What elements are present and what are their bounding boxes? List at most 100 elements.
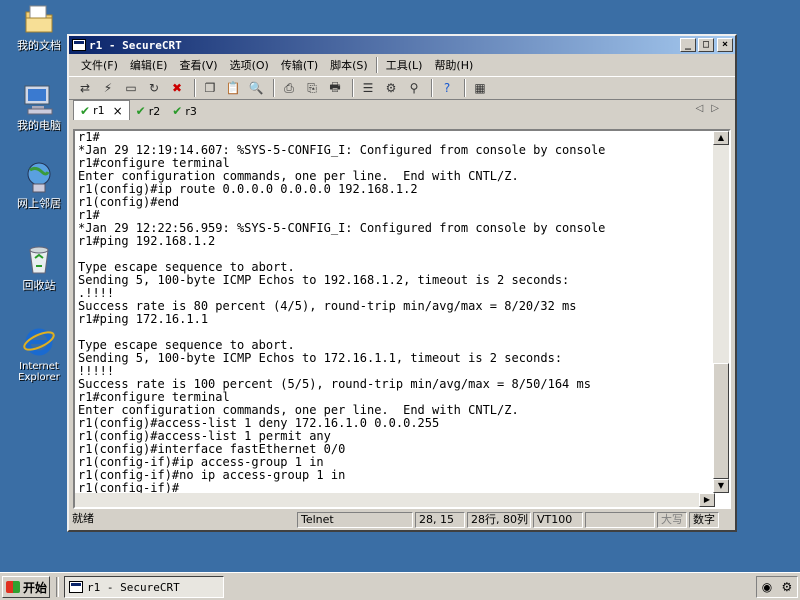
terminal-line: Sending 5, 100-byte ICMP Echos to 192.16…: [78, 273, 570, 287]
tab-label: r3: [185, 104, 197, 118]
status-protocol: Telnet: [297, 512, 413, 528]
scroll-down-icon[interactable]: ▼: [713, 479, 729, 493]
status-empty: [585, 512, 655, 528]
keypad-icon[interactable]: ▦: [470, 79, 490, 97]
terminal-line: r1(config-if)#: [78, 481, 180, 494]
terminal-line: r1(config)#end: [78, 195, 180, 209]
horizontal-scrollbar[interactable]: ▶: [75, 493, 715, 507]
connected-check-icon: ✔: [172, 104, 183, 118]
status-cursor-position: 28, 15: [415, 512, 465, 528]
terminal-output[interactable]: r1# *Jan 29 12:19:14.607: %SYS-5-CONFIG_I…: [78, 131, 714, 493]
menu-bar: 文件(F) 编辑(E) 查看(V) 选项(O) 传输(T) 脚本(S) 工具(L…: [69, 54, 735, 76]
copy-icon[interactable]: ❐: [200, 79, 220, 97]
tray-volume-icon[interactable]: ◉: [762, 580, 772, 594]
terminal-pane[interactable]: r1# *Jan 29 12:19:14.607: %SYS-5-CONFIG_I…: [73, 129, 731, 509]
menu-file[interactable]: 文件(F): [75, 57, 124, 73]
computer-icon: [22, 82, 56, 116]
tab-label: r1: [93, 104, 105, 117]
tab-label: r2: [148, 104, 161, 118]
desktop-icon-label: 网上邻居: [17, 197, 61, 210]
minimize-button[interactable]: _: [680, 38, 696, 52]
status-num-lock: 数字: [689, 512, 719, 528]
maximize-button[interactable]: □: [698, 38, 714, 52]
scroll-right-icon[interactable]: ▶: [699, 493, 715, 507]
desktop-icon-my-computer[interactable]: 我的电脑: [8, 82, 70, 132]
terminal-line: r1#ping 172.16.1.1: [78, 312, 209, 326]
scrollbar-thumb[interactable]: [713, 363, 729, 479]
toolbar-separator: [352, 79, 354, 97]
menu-edit[interactable]: 编辑(E): [124, 57, 174, 73]
taskbar: 开始 r1 - SecureCRT ◉ ⚙: [0, 572, 800, 600]
printer-icon[interactable]: 🖶: [325, 79, 345, 97]
securecrt-window: r1 - SecureCRT _ □ × 文件(F) 编辑(E) 查看(V) 选…: [67, 34, 737, 532]
session-tab-bar: ✔ r1 × ✔ r2 ✔ r3 ◁▷: [69, 100, 735, 120]
print-selection-icon[interactable]: ⎘: [302, 79, 322, 97]
toolbar-separator: [431, 79, 433, 97]
close-button[interactable]: ×: [717, 38, 733, 52]
session-options-icon[interactable]: ☰: [358, 79, 378, 97]
securecrt-icon: [69, 581, 83, 593]
tray-network-icon[interactable]: ⚙: [782, 580, 793, 594]
menu-view[interactable]: 查看(V): [173, 57, 223, 73]
vertical-scrollbar[interactable]: ▲ ▼: [713, 131, 729, 493]
folder-icon: [22, 2, 56, 36]
tab-r1[interactable]: ✔ r1 ×: [73, 100, 130, 120]
menu-script[interactable]: 脚本(S): [324, 57, 374, 73]
connected-check-icon: ✔: [80, 103, 91, 118]
window-titlebar[interactable]: r1 - SecureCRT _ □ ×: [69, 36, 735, 54]
keymap-icon[interactable]: ⚲: [404, 79, 424, 97]
start-label: 开始: [23, 580, 48, 595]
menu-separator: [375, 57, 378, 73]
system-tray: ◉ ⚙: [756, 576, 798, 598]
desktop-icon-label: Internet Explorer: [18, 361, 60, 383]
find-icon[interactable]: 🔍: [246, 79, 266, 97]
quick-connect-icon[interactable]: ⚡: [98, 79, 118, 97]
window-title: r1 - SecureCRT: [89, 38, 182, 52]
toolbar-separator: [194, 79, 196, 97]
taskbar-button-securecrt[interactable]: r1 - SecureCRT: [64, 576, 224, 598]
internet-explorer-icon: [22, 324, 56, 358]
toolbar: ⇄ ⚡ ▭ ↻ ✖ ❐ 📋 🔍 ⎙ ⎘ 🖶 ☰ ⚙ ⚲ ? ▦: [69, 76, 735, 100]
desktop-icon-network[interactable]: 网上邻居: [8, 160, 70, 210]
windows-flag-icon: [6, 581, 20, 593]
tab-r3[interactable]: ✔ r3: [166, 102, 203, 120]
connected-check-icon: ✔: [135, 104, 146, 118]
menu-help[interactable]: 帮助(H): [428, 57, 479, 73]
scroll-up-icon[interactable]: ▲: [713, 131, 729, 145]
tab-r2[interactable]: ✔ r2: [130, 102, 167, 120]
securecrt-icon: [72, 39, 86, 51]
status-bar: 就绪 Telnet 28, 15 28行, 80列 VT100 大写 数字: [69, 510, 735, 530]
status-emulation: VT100: [533, 512, 583, 528]
desktop-icon-my-documents[interactable]: 我的文档: [8, 2, 70, 52]
toolbar-separator: [464, 79, 466, 97]
print-icon[interactable]: ⎙: [279, 79, 299, 97]
desktop-icon-internet-explorer[interactable]: Internet Explorer: [8, 324, 70, 383]
menu-transfer[interactable]: 传输(T): [275, 57, 324, 73]
recycle-bin-icon: [22, 242, 56, 276]
tab-close-icon[interactable]: ×: [113, 104, 123, 118]
status-terminal-size: 28行, 80列: [467, 512, 531, 528]
global-options-icon[interactable]: ⚙: [381, 79, 401, 97]
network-icon: [22, 160, 56, 194]
status-caps-lock: 大写: [657, 512, 687, 528]
disconnect-icon[interactable]: ✖: [167, 79, 187, 97]
taskbar-button-label: r1 - SecureCRT: [87, 580, 180, 594]
toolbar-separator: [273, 79, 275, 97]
desktop-icon-label: 回收站: [22, 279, 56, 292]
terminal-line: r1#ping 192.168.1.2: [78, 234, 216, 248]
connect-tab-icon[interactable]: ▭: [121, 79, 141, 97]
desktop-icon-recycle-bin[interactable]: 回收站: [8, 242, 70, 292]
connect-icon[interactable]: ⇄: [75, 79, 95, 97]
tab-scroll-arrows-icon[interactable]: ◁▷: [696, 103, 727, 114]
paste-icon[interactable]: 📋: [223, 79, 243, 97]
terminal-line: Sending 5, 100-byte ICMP Echos to 172.16…: [78, 351, 563, 365]
desktop-icon-label: 我的文档: [17, 39, 61, 52]
reconnect-icon[interactable]: ↻: [144, 79, 164, 97]
desktop-icon-label: 我的电脑: [17, 119, 61, 132]
help-icon[interactable]: ?: [437, 79, 457, 97]
menu-tools[interactable]: 工具(L): [380, 57, 429, 73]
taskbar-separator: [56, 577, 59, 597]
menu-options[interactable]: 选项(O): [224, 57, 275, 73]
status-ready: 就绪: [72, 512, 94, 525]
start-button[interactable]: 开始: [2, 576, 50, 598]
